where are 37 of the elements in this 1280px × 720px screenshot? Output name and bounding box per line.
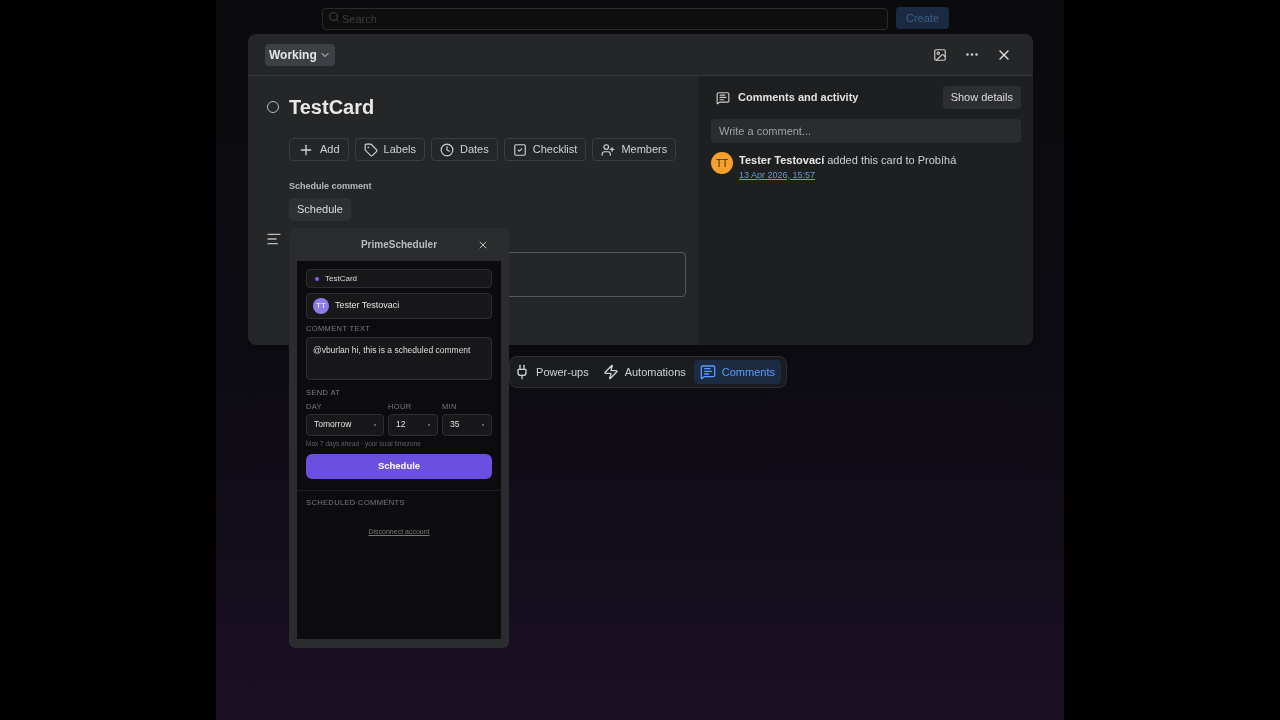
card-action-button[interactable]: Add xyxy=(289,138,349,161)
select-field[interactable]: Tomorrow xyxy=(306,413,384,436)
show-details-button[interactable]: Show details xyxy=(942,86,1021,109)
add-user-icon xyxy=(601,142,616,157)
schedule-button[interactable]: Schedule xyxy=(306,453,492,479)
avatar: TT xyxy=(711,152,733,174)
toolbar-tab[interactable]: Automations xyxy=(596,360,692,384)
checkbox-icon xyxy=(512,142,527,157)
card-action-button[interactable]: Dates xyxy=(431,138,498,161)
popup-title: PrimeScheduler xyxy=(360,238,438,252)
section-title: Comments and activity xyxy=(738,90,859,106)
card-title: TestCard xyxy=(289,95,375,120)
card-action-button[interactable]: Members xyxy=(592,138,677,161)
avatar: TT xyxy=(313,298,329,314)
select-field[interactable]: 35 xyxy=(442,413,492,436)
card-action-button[interactable]: Labels xyxy=(354,138,425,161)
comment-icon xyxy=(716,90,730,105)
select-field[interactable]: 12 xyxy=(388,413,438,436)
more-icon xyxy=(966,53,978,56)
toolbar-tab[interactable]: Comments xyxy=(693,360,781,384)
user-name: Tester Testovaci xyxy=(335,299,400,313)
comment-field[interactable]: Write a comment... xyxy=(711,119,1021,143)
tag-icon xyxy=(363,142,378,157)
comment-icon xyxy=(699,364,716,380)
list-dropdown[interactable]: Working xyxy=(265,43,335,66)
timestamp-link[interactable]: 13 Apr 2026, 15:57 xyxy=(739,168,957,182)
lightning-icon xyxy=(602,364,619,380)
search-icon xyxy=(328,11,340,23)
toolbar-tab[interactable]: Power-ups xyxy=(508,360,595,384)
image-icon xyxy=(933,47,947,62)
clock-icon xyxy=(440,142,454,157)
schedule-button[interactable]: Schedule xyxy=(289,197,351,221)
activity-text: Tester Testovací added this card to Probíhá xyxy=(739,153,957,168)
card-action-button[interactable]: Checklist xyxy=(503,138,587,161)
section-heading: Schedule comment xyxy=(289,180,373,193)
card-name: TestCard xyxy=(325,272,357,285)
comment-text-field[interactable]: @vburlan hi, this is a scheduled comment xyxy=(306,337,492,381)
